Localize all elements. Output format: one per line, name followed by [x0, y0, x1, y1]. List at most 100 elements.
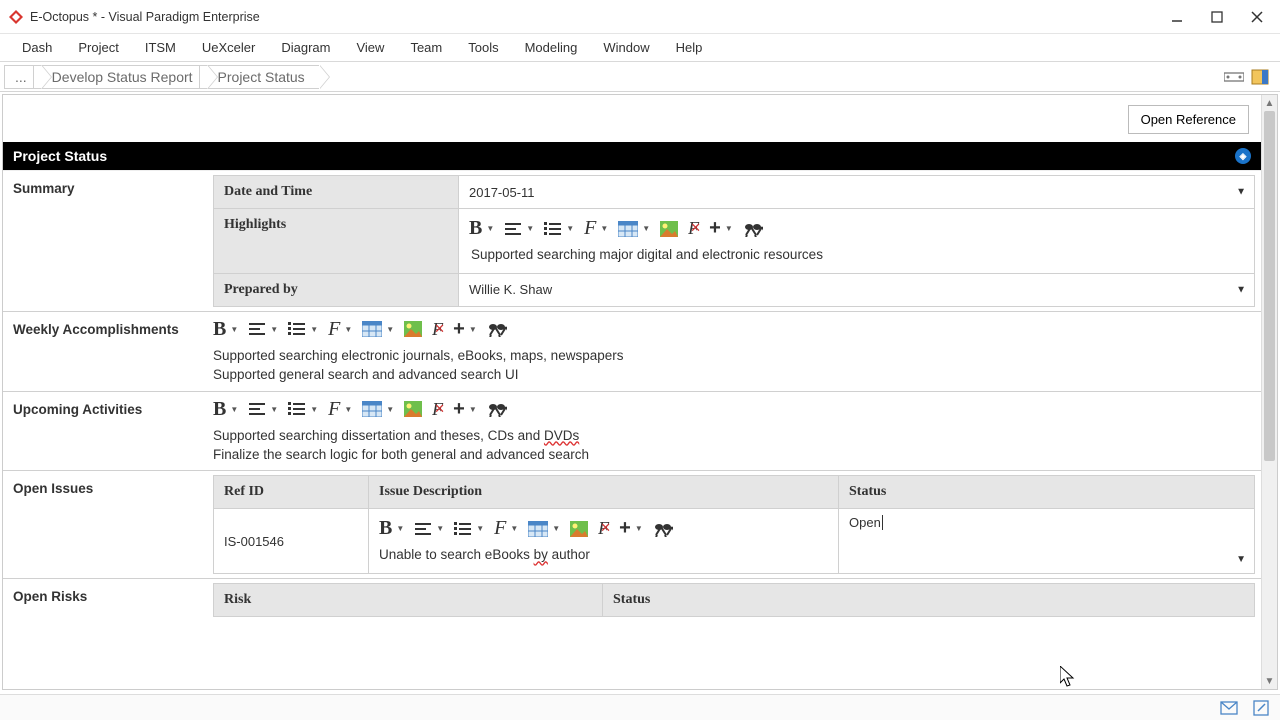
bold-icon[interactable]: B▼ [213, 398, 238, 421]
upcoming-label: Upcoming Activities [3, 392, 213, 471]
highlights-label: Highlights [213, 209, 459, 274]
font-icon[interactable]: F▼ [494, 517, 518, 540]
overview-icon[interactable] [1224, 67, 1244, 87]
breadcrumb-bar: ... Develop Status Report Project Status [0, 62, 1280, 92]
image-icon[interactable] [660, 221, 678, 237]
font-icon[interactable]: F▼ [584, 217, 608, 240]
insert-icon[interactable]: +▼ [619, 517, 643, 540]
insert-icon[interactable]: +▼ [453, 318, 477, 341]
menu-tools[interactable]: Tools [456, 36, 510, 59]
upcoming-row: Upcoming Activities B▼ ▼ ▼ F▼ ▼ F✕ +▼ Supporte… [3, 391, 1261, 471]
mail-icon[interactable] [1220, 699, 1238, 717]
menu-window[interactable]: Window [591, 36, 661, 59]
chevron-down-icon[interactable]: ▼ [1236, 187, 1246, 198]
align-icon[interactable]: ▼ [248, 402, 278, 416]
list-icon[interactable]: ▼ [288, 322, 318, 336]
section-header: Project Status ◈ [3, 142, 1261, 170]
summary-row: Summary Date and Time 2017-05-11 ▼ Highl… [3, 170, 1261, 311]
chevron-down-icon[interactable]: ▼ [1236, 284, 1246, 295]
menu-project[interactable]: Project [66, 36, 130, 59]
issues-header-ref: Ref ID [213, 475, 369, 509]
list-icon[interactable]: ▼ [544, 222, 574, 236]
risks-header-status: Status [603, 583, 1255, 617]
issue-status-value: Open [849, 515, 883, 530]
breadcrumb-develop[interactable]: Develop Status Report [33, 65, 207, 89]
table-icon[interactable]: ▼ [618, 221, 650, 237]
highlights-text[interactable]: Supported searching major digital and el… [469, 244, 1244, 267]
issue-ref-cell[interactable]: IS-001546 [213, 509, 369, 574]
content-area: Open Reference Project Status ◈ Summary … [2, 94, 1278, 690]
issue-desc-cell[interactable]: B▼▼▼F▼▼F✕+▼ Unable to search eBooks by a… [369, 509, 839, 574]
issues-header-desc: Issue Description [369, 475, 839, 509]
image-icon[interactable] [404, 401, 422, 417]
target-icon[interactable]: ◈ [1235, 148, 1251, 164]
clear-format-icon[interactable]: F✕ [688, 218, 699, 239]
rte-toolbar: B▼ ▼ ▼ F▼ ▼ F✕ +▼ [213, 396, 1255, 425]
scroll-thumb[interactable] [1264, 111, 1275, 461]
chevron-down-icon[interactable]: ▼ [1236, 554, 1246, 565]
image-icon[interactable] [570, 521, 588, 537]
menu-diagram[interactable]: Diagram [269, 36, 342, 59]
image-icon[interactable] [404, 321, 422, 337]
menu-dash[interactable]: Dash [10, 36, 64, 59]
menu-bar: Dash Project ITSM UeXceler Diagram View … [0, 34, 1280, 62]
menu-modeling[interactable]: Modeling [513, 36, 590, 59]
date-time-field[interactable]: 2017-05-11 ▼ [459, 175, 1255, 209]
weekly-text[interactable]: Supported searching electronic journals,… [213, 345, 1255, 387]
close-button[interactable] [1248, 8, 1266, 26]
prepared-by-field[interactable]: Willie K. Shaw ▼ [459, 274, 1255, 307]
menu-uexceler[interactable]: UeXceler [190, 36, 267, 59]
table-icon[interactable]: ▼ [528, 521, 560, 537]
open-reference-button[interactable]: Open Reference [1128, 105, 1249, 134]
issue-status-cell[interactable]: Open ▼ [839, 509, 1255, 574]
insert-icon[interactable]: +▼ [453, 398, 477, 421]
find-icon[interactable] [487, 401, 507, 417]
menu-team[interactable]: Team [398, 36, 454, 59]
weekly-label: Weekly Accomplishments [3, 312, 213, 391]
find-icon[interactable] [487, 321, 507, 337]
vertical-scrollbar[interactable]: ▲ ▼ [1261, 95, 1277, 689]
font-icon[interactable]: F▼ [328, 318, 352, 341]
list-icon[interactable]: ▼ [454, 522, 484, 536]
prepared-by-value: Willie K. Shaw [469, 282, 552, 297]
align-icon[interactable]: ▼ [414, 522, 444, 536]
upcoming-text[interactable]: Supported searching dissertation and the… [213, 425, 1255, 467]
date-time-value: 2017-05-11 [469, 185, 535, 200]
menu-view[interactable]: View [344, 36, 396, 59]
bold-icon[interactable]: B▼ [379, 517, 404, 540]
align-icon[interactable]: ▼ [504, 222, 534, 236]
scroll-up-icon[interactable]: ▲ [1262, 95, 1277, 111]
risks-row: Open Risks Risk Status [3, 578, 1261, 621]
menu-help[interactable]: Help [664, 36, 715, 59]
insert-icon[interactable]: +▼ [709, 217, 733, 240]
edit-icon[interactable] [1252, 699, 1270, 717]
minimize-button[interactable] [1168, 8, 1186, 26]
table-icon[interactable]: ▼ [362, 321, 394, 337]
app-logo-icon [8, 9, 24, 25]
rte-toolbar: B▼ ▼ ▼ F▼ ▼ F✕ +▼ [213, 316, 1255, 345]
clear-format-icon[interactable]: F✕ [598, 518, 609, 539]
maximize-button[interactable] [1208, 8, 1226, 26]
clear-format-icon[interactable]: F✕ [432, 399, 443, 420]
date-time-label: Date and Time [213, 175, 459, 209]
list-icon[interactable]: ▼ [288, 402, 318, 416]
rte-toolbar: B▼ ▼ ▼ F▼ ▼ F✕ +▼ [469, 215, 1244, 244]
scroll-down-icon[interactable]: ▼ [1262, 673, 1277, 689]
find-icon[interactable] [743, 221, 763, 237]
table-icon[interactable]: ▼ [362, 401, 394, 417]
font-icon[interactable]: F▼ [328, 398, 352, 421]
bold-icon[interactable]: B▼ [469, 217, 494, 240]
panel-toggle-icon[interactable] [1250, 67, 1270, 87]
status-bar [0, 694, 1280, 720]
risks-header-risk: Risk [213, 583, 603, 617]
highlights-field[interactable]: B▼ ▼ ▼ F▼ ▼ F✕ +▼ Supported searching major di… [459, 209, 1255, 274]
find-icon[interactable] [653, 521, 673, 537]
issues-header-status: Status [839, 475, 1255, 509]
window-title: E-Octopus * - Visual Paradigm Enterprise [30, 10, 260, 24]
clear-format-icon[interactable]: F✕ [432, 319, 443, 340]
bold-icon[interactable]: B▼ [213, 318, 238, 341]
weekly-row: Weekly Accomplishments B▼ ▼ ▼ F▼ ▼ F✕ +▼ Suppo… [3, 311, 1261, 391]
menu-itsm[interactable]: ITSM [133, 36, 188, 59]
risks-label: Open Risks [3, 579, 213, 621]
align-icon[interactable]: ▼ [248, 322, 278, 336]
